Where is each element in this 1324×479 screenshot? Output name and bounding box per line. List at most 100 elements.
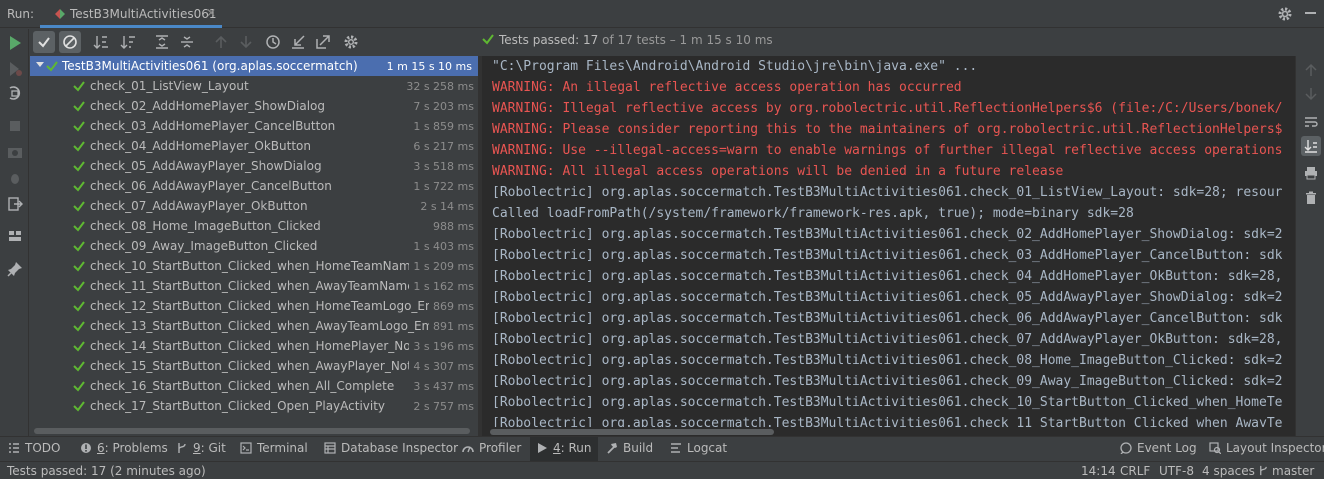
terminal-label: Terminal — [257, 441, 308, 455]
profiler-tool-button[interactable]: Profiler — [456, 437, 527, 462]
test-case-row[interactable]: check_16_StartButton_Clicked_when_All_Co… — [30, 376, 478, 396]
test-name: check_04_AddHomePlayer_OkButton — [90, 139, 312, 153]
show-passed-button[interactable] — [33, 31, 55, 53]
sort-by-duration-button[interactable] — [117, 31, 139, 53]
scrollbar-thumb[interactable] — [490, 429, 774, 435]
rerun-icon[interactable] — [6, 34, 24, 52]
test-case-row[interactable]: check_04_AddHomePlayer_OkButton 6 s 217 m… — [30, 136, 478, 156]
run-mnemonic: 4 — [553, 441, 561, 455]
test-name: check_11_StartButton_Clicked_when_AwayTe… — [90, 279, 460, 293]
build-tool-button[interactable]: Build — [600, 437, 659, 462]
test-case-row[interactable]: check_03_AddHomePlayer_CancelButton 1 s 8… — [30, 116, 478, 136]
tests-passed-summary: Tests passed: 17 of 17 tests – 1 m 15 s … — [482, 33, 773, 47]
event-log-label: Event Log — [1137, 441, 1197, 455]
suite-duration: 1 m 15 s 10 ms — [382, 60, 472, 73]
test-case-row[interactable]: check_15_StartButton_Clicked_when_AwayPl… — [30, 356, 478, 376]
todo-tool-button[interactable]: TODO — [2, 437, 66, 462]
exit-icon[interactable] — [6, 195, 24, 213]
passed-check-icon — [73, 141, 85, 152]
test-duration: 1 s 162 ms — [409, 280, 474, 293]
scrollbar-thumb[interactable] — [34, 428, 470, 434]
problems-tool-button[interactable]: 6: Problems — [74, 437, 174, 462]
git-tool-button[interactable]: 9: Git — [170, 437, 232, 462]
test-case-row[interactable]: check_06_AddAwayPlayer_CancelButton 1 s 7… — [30, 176, 478, 196]
expand-all-button[interactable] — [151, 31, 173, 53]
test-suite-row[interactable]: TestB3MultiActivities061 (org.aplas.socc… — [30, 56, 478, 76]
indent-setting[interactable]: 4 spaces — [1202, 464, 1255, 478]
test-case-row[interactable]: check_10_StartButton_Clicked_when_HomeTe… — [30, 256, 478, 276]
test-case-row[interactable]: check_13_StartButton_Clicked_when_AwayTe… — [30, 316, 478, 336]
test-case-row[interactable]: check_12_StartButton_Clicked_when_HomeTe… — [30, 296, 478, 316]
test-case-row[interactable]: check_17_StartButton_Clicked_Open_PlayAc… — [30, 396, 478, 416]
import-tests-button[interactable] — [287, 31, 309, 53]
passed-check-icon — [46, 61, 58, 72]
git-mnemonic: 9 — [193, 441, 201, 455]
console-output[interactable]: "C:\Program Files\Android\Android Studio… — [482, 56, 1295, 436]
test-duration: 6 s 217 ms — [409, 140, 474, 153]
expand-arrow-icon[interactable] — [36, 62, 44, 67]
status-message[interactable]: Tests passed: 17 (2 minutes ago) — [7, 464, 206, 478]
layout-inspector-tool-button[interactable]: Layout Inspector — [1203, 437, 1324, 462]
test-case-row[interactable]: check_02_AddHomePlayer_ShowDialog 7 s 203… — [30, 96, 478, 116]
passed-check-icon — [73, 341, 85, 352]
hide-toolwindow-icon[interactable] — [1305, 12, 1316, 14]
passed-check-icon — [73, 121, 85, 132]
test-duration: 3 s 518 ms — [409, 160, 474, 173]
layout-inspector-label: Layout Inspector — [1226, 441, 1324, 455]
toggle-auto-test-icon[interactable] — [6, 84, 24, 102]
test-config-icon — [55, 9, 65, 19]
test-case-row[interactable]: check_14_StartButton_Clicked_when_HomePl… — [30, 336, 478, 356]
collapse-all-button[interactable] — [176, 31, 198, 53]
layout-icon[interactable] — [6, 227, 24, 245]
test-name: check_03_AddHomePlayer_CancelButton — [90, 119, 336, 133]
sort-alphabetically-button[interactable] — [90, 31, 112, 53]
hammer-icon — [607, 443, 617, 454]
test-case-row[interactable]: check_07_AddAwayPlayer_OkButton 2 s 14 ms — [30, 196, 478, 216]
problems-label: : Problems — [104, 441, 168, 455]
tree-horizontal-scrollbar[interactable] — [30, 427, 478, 435]
test-name: check_13_StartButton_Clicked_when_AwayTe… — [90, 319, 453, 333]
close-tab-icon[interactable]: ✕ — [206, 6, 216, 20]
test-case-row[interactable]: check_01_ListView_Layout 32 s 258 ms — [30, 76, 478, 96]
test-settings-button[interactable] — [340, 31, 362, 53]
soft-wrap-button[interactable] — [1301, 112, 1321, 132]
test-case-row[interactable]: check_05_AddAwayPlayer_ShowDialog 3 s 518… — [30, 156, 478, 176]
console-line: [Robolectric] org.aplas.soccermatch.Test… — [492, 227, 1283, 242]
arrow-up-icon — [215, 35, 227, 48]
gear-icon[interactable] — [1277, 6, 1293, 22]
print-icon — [1305, 167, 1317, 180]
test-case-row[interactable]: check_08_Home_ImageButton_Clicked 988 ms — [30, 216, 478, 236]
console-line: [Robolectric] org.aplas.soccermatch.Test… — [492, 269, 1283, 284]
terminal-tool-button[interactable]: Terminal — [234, 437, 314, 462]
line-separator[interactable]: CRLF — [1120, 464, 1150, 478]
test-history-button[interactable] — [262, 31, 284, 53]
scroll-to-end-button[interactable] — [1301, 136, 1321, 156]
ignored-icon — [63, 35, 77, 49]
console-horizontal-scrollbar[interactable] — [482, 427, 1295, 436]
console-warning-line: WARNING: Illegal reflective access by or… — [492, 101, 1283, 116]
status-bar: Tests passed: 17 (2 minutes ago) 14:14 C… — [0, 461, 1324, 479]
print-button[interactable] — [1301, 163, 1321, 183]
test-name: check_16_StartButton_Clicked_when_All_Co… — [90, 379, 395, 393]
build-label: Build — [623, 441, 654, 455]
test-case-row[interactable]: check_09_Away_ImageButton_Clicked 1 s 403… — [30, 236, 478, 256]
caret-position[interactable]: 14:14 — [1081, 464, 1116, 478]
logcat-tool-button[interactable]: Logcat — [664, 437, 733, 462]
run-config-tab[interactable]: TestB3MultiActivities061 ✕ — [40, 0, 222, 28]
console-warning-line: WARNING: All illegal access operations w… — [492, 164, 1064, 179]
test-name: check_12_StartButton_Clicked_when_HomeTe… — [90, 299, 457, 313]
clear-all-button[interactable] — [1301, 188, 1321, 208]
show-ignored-button[interactable] — [59, 31, 81, 53]
scroll-to-end-icon — [1304, 140, 1317, 153]
event-log-tool-button[interactable]: Event Log — [1114, 437, 1203, 462]
database-inspector-tool-button[interactable]: Database Inspector — [318, 437, 464, 462]
export-tests-button[interactable] — [312, 31, 334, 53]
file-encoding[interactable]: UTF-8 — [1159, 464, 1194, 478]
passed-check-icon — [73, 401, 85, 412]
passed-check-icon — [482, 34, 494, 45]
git-branch[interactable]: master — [1258, 464, 1314, 478]
run-tool-button[interactable]: 4: Run — [530, 437, 598, 462]
test-case-row[interactable]: check_11_StartButton_Clicked_when_AwayTe… — [30, 276, 478, 296]
branch-name: master — [1272, 464, 1315, 478]
pin-icon[interactable] — [6, 260, 24, 278]
